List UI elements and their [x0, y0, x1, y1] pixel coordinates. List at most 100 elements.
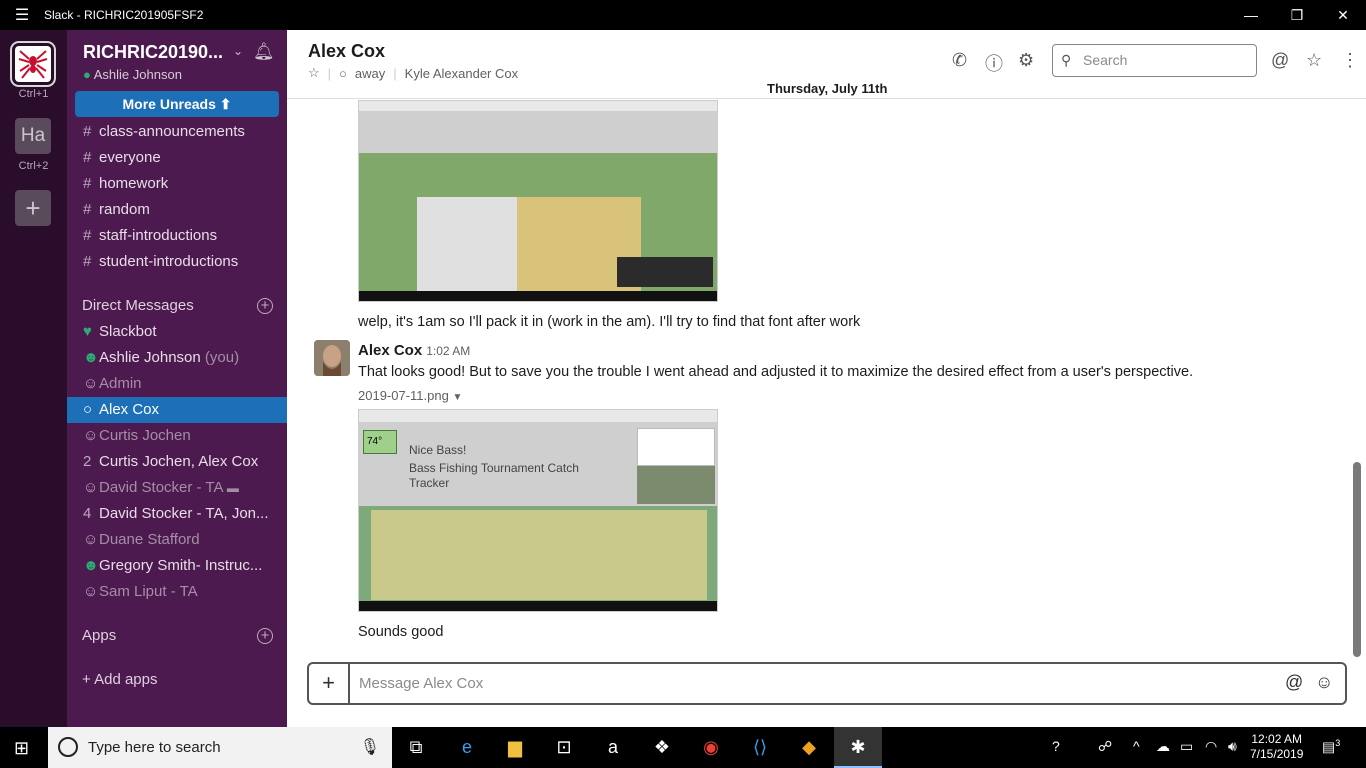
dm-label: Slackbot [99, 323, 157, 340]
win-taskbar-thumb [359, 601, 717, 611]
more-options-icon[interactable]: ⋮ [1341, 50, 1359, 71]
more-unreads-button[interactable]: More Unreads ⬆ [75, 91, 279, 117]
attachment-image-2[interactable]: 74° Nice Bass! Bass Fishing Tournament C… [358, 409, 718, 612]
tray-chevron-icon[interactable]: ^ [1133, 738, 1140, 754]
search-placeholder: Search [1083, 52, 1128, 68]
clock-time: 12:02 AM [1251, 732, 1303, 746]
message-time[interactable]: 1:02 AM [426, 344, 470, 358]
message-composer[interactable]: + Message Alex Cox @ ☺ [307, 662, 1347, 705]
dropbox-icon[interactable]: ❖ [638, 727, 686, 768]
add-app-button[interactable]: + [257, 628, 273, 644]
dm-duane-stafford[interactable]: ☺Duane Stafford [67, 527, 287, 553]
current-user[interactable]: ● Ashlie Johnson [83, 67, 182, 82]
dm-gregory-smith[interactable]: ☻Gregory Smith- Instruc... [67, 553, 287, 579]
message-input[interactable]: Message Alex Cox [359, 675, 483, 692]
battery-icon[interactable]: ▭ [1180, 738, 1193, 755]
channel-label: staff-introductions [99, 227, 218, 244]
phone-icon[interactable]: ✆ [952, 50, 967, 71]
direct-messages-header[interactable]: Direct Messages [82, 297, 194, 314]
action-center-icon[interactable]: ▤3 [1322, 738, 1340, 756]
emoji-icon[interactable]: ☺ [1315, 672, 1333, 693]
channel-label: random [99, 201, 150, 218]
taskbar-search-input[interactable]: Type here to search 🎙︎ [48, 727, 392, 768]
avatar[interactable] [314, 340, 350, 376]
task-view-icon[interactable]: ⧉ [392, 727, 440, 768]
workspace-richric[interactable] [15, 46, 51, 82]
sender-name[interactable]: Alex Cox [358, 342, 422, 359]
hash-icon: # [83, 227, 92, 244]
gitkraken-icon[interactable]: ◆ [785, 727, 833, 768]
add-dm-button[interactable]: + [257, 298, 273, 314]
people-icon[interactable]: ☍ [1098, 738, 1112, 755]
onedrive-icon[interactable]: ☁ [1156, 738, 1170, 755]
close-button[interactable]: ✕ [1320, 7, 1366, 24]
message-text: That looks good! But to save you the tro… [358, 364, 1194, 380]
minimize-button[interactable]: — [1228, 7, 1274, 23]
maximize-button[interactable]: ❐ [1274, 7, 1320, 24]
bell-icon[interactable]: 🔔︎ [253, 42, 275, 62]
message-sender[interactable]: Alex Cox 1:02 AM [358, 342, 470, 359]
search-input[interactable]: ⚲ Search [1052, 44, 1257, 77]
wifi-icon[interactable]: ◠ [1205, 738, 1217, 755]
edge-icon[interactable]: e [443, 727, 491, 768]
apps-header[interactable]: Apps [82, 627, 116, 644]
hash-icon: # [83, 175, 92, 192]
dialog-box [637, 428, 715, 466]
win-taskbar-thumb [359, 291, 717, 301]
channel-student-introductions[interactable]: # student-introductions [67, 249, 287, 275]
mention-icon[interactable]: @ [1285, 672, 1303, 693]
store-icon[interactable]: ⊡ [540, 727, 588, 768]
dm-slackbot[interactable]: ♥ Slackbot [67, 319, 287, 345]
windows-start-icon[interactable]: ⊞ [14, 738, 29, 759]
slack-icon[interactable]: ✱ [834, 727, 882, 768]
date-divider: Thursday, July 11th [755, 81, 900, 96]
workspace-ha[interactable]: Ha [15, 118, 51, 154]
attachment-image-1[interactable] [358, 100, 718, 302]
attach-button[interactable]: + [309, 664, 350, 703]
amazon-icon[interactable]: a [589, 727, 637, 768]
help-icon[interactable]: ? [1052, 738, 1060, 754]
dm-label: David Stocker - TA [99, 479, 223, 496]
add-apps-link[interactable]: + Add apps [82, 671, 157, 688]
workspace-shortcut-2: Ctrl+2 [18, 160, 49, 172]
mentions-icon[interactable]: @ [1271, 50, 1289, 71]
dm-admin[interactable]: ☺Admin [67, 371, 287, 397]
hash-icon: # [83, 123, 92, 140]
dm-david-stocker[interactable]: ☺David Stocker - TA ▬ [67, 475, 287, 501]
dm-alex-cox[interactable]: ○ Alex Cox [67, 397, 287, 423]
star-icon[interactable]: ☆ [308, 65, 320, 81]
chevron-down-icon[interactable]: ⌄ [233, 44, 243, 58]
dm-group-curtis-alex[interactable]: 2 Curtis Jochen, Alex Cox [67, 449, 287, 475]
channel-class-announcements[interactable]: # class-announcements [67, 119, 287, 145]
scrollbar[interactable] [1353, 462, 1361, 657]
channel-label: class-announcements [99, 123, 245, 140]
hamburger-icon[interactable]: ☰ [0, 5, 44, 25]
group-count-icon: 4 [83, 505, 92, 522]
dm-sam-liput[interactable]: ☺Sam Liput - TA [67, 579, 287, 605]
add-workspace-button[interactable]: + [15, 190, 51, 226]
channel-staff-introductions[interactable]: # staff-introductions [67, 223, 287, 249]
dm-ashlie-johnson[interactable]: ☻Ashlie Johnson (you) [67, 345, 287, 371]
caret-down-icon[interactable]: ▼ [452, 392, 462, 403]
window-title: Slack - RICHRIC201905FSF2 [44, 8, 204, 22]
volume-icon[interactable]: 🔊︎ [1228, 738, 1237, 755]
chrome-icon[interactable]: ◉ [687, 727, 735, 768]
system-clock[interactable]: 12:02 AM 7/15/2019 [1250, 732, 1303, 762]
vscode-icon[interactable]: ⟨⟩ [736, 727, 784, 768]
channel-homework[interactable]: # homework [67, 171, 287, 197]
workspace-rail: Ctrl+1 Ha Ctrl+2 + [0, 30, 67, 727]
channel-everyone[interactable]: # everyone [67, 145, 287, 171]
file-explorer-icon[interactable]: ▆ [491, 727, 539, 768]
dm-group-david-jon[interactable]: 4 David Stocker - TA, Jon... [67, 501, 287, 527]
message-text: Sounds good [358, 624, 444, 640]
info-icon[interactable]: ⓘ [985, 50, 1003, 76]
file-name[interactable]: 2019-07-11.png ▼ [358, 388, 462, 403]
channel-random[interactable]: # random [67, 197, 287, 223]
toast-notification [617, 257, 713, 287]
dm-curtis-jochen[interactable]: ☺Curtis Jochen [67, 423, 287, 449]
browser-chrome [359, 410, 717, 422]
team-name[interactable]: RICHRIC20190... [83, 42, 223, 63]
starred-icon[interactable]: ☆ [1306, 50, 1322, 71]
gear-icon[interactable]: ⚙ [1018, 50, 1034, 71]
microphone-icon[interactable]: 🎙︎ [360, 727, 380, 768]
